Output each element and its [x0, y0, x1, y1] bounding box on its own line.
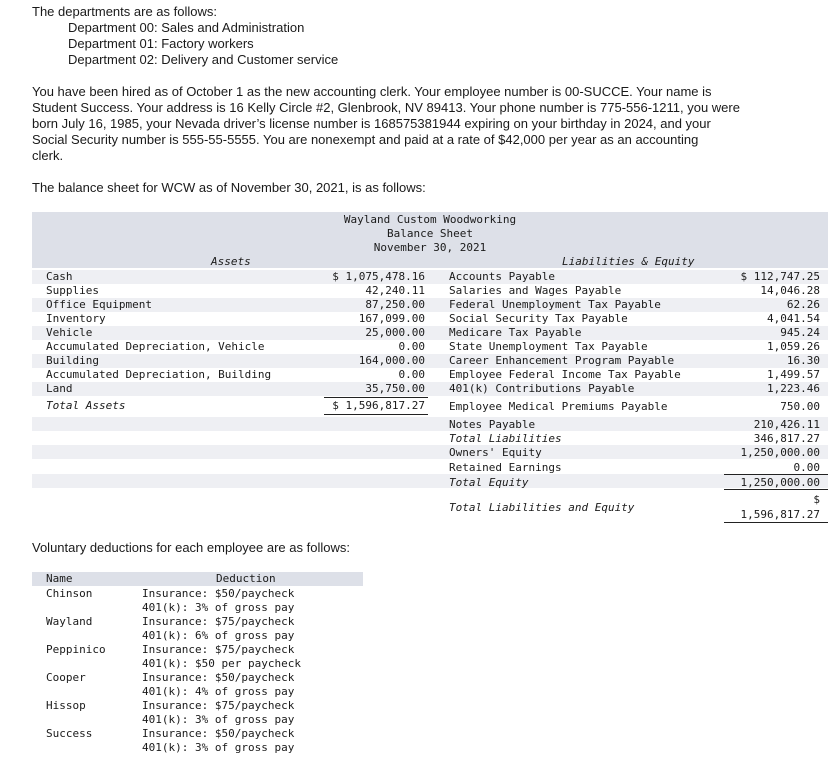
asset-value: 42,240.11 — [365, 284, 425, 297]
retained-earnings-value: 0.00 — [793, 461, 821, 474]
deductions-col-name: Name — [46, 572, 73, 585]
deduction-line: Insurance: $75/paycheck — [142, 643, 295, 656]
liability-label: Notes Payable — [449, 418, 536, 431]
hire-paragraph-line-5: clerk. — [32, 148, 64, 163]
assets-header: Assets — [211, 255, 251, 268]
total-assets-label: Total Assets — [46, 399, 126, 412]
employee-name: Hissop — [46, 699, 86, 712]
department-01: Department 01: Factory workers — [68, 36, 254, 51]
employee-name: Peppinico — [46, 643, 106, 656]
liability-value: 62.26 — [786, 298, 820, 311]
owners-equity-label: Owners' Equity — [449, 446, 542, 459]
liability-value: 1,059.26 — [767, 340, 820, 353]
total-assets-value: $ 1,596,817.27 — [332, 399, 425, 412]
asset-value: 25,000.00 — [365, 326, 425, 339]
total-liabilities-equity-label: Total Liabilities and Equity — [449, 501, 635, 514]
retained-earnings-label: Retained Earnings — [449, 461, 562, 474]
liability-label: Employee Medical Premiums Payable — [449, 400, 668, 413]
liability-value: 945.24 — [780, 326, 820, 339]
asset-label: Land — [46, 382, 73, 395]
asset-label: Cash — [46, 270, 73, 283]
total-equity-rule — [724, 474, 828, 475]
total-liabilities-equity-value: 1,596,817.27 — [740, 508, 820, 521]
asset-value: 35,750.00 — [365, 382, 425, 395]
liability-label: Salaries and Wages Payable — [449, 284, 622, 297]
liability-label: State Unemployment Tax Payable — [449, 340, 648, 353]
liability-value: 16.30 — [786, 354, 820, 367]
liability-value: $ 112,747.25 — [740, 270, 820, 283]
asset-label: Inventory — [46, 312, 106, 325]
asset-value: 167,099.00 — [358, 312, 425, 325]
hire-paragraph-line-3: born July 16, 1985, your Nevada driver’s… — [32, 116, 711, 131]
total-liabilities-equity-dollar: $ — [813, 493, 820, 506]
deduction-line: 401(k): 3% of gross pay — [142, 601, 295, 614]
liability-label: Medicare Tax Payable — [449, 326, 582, 339]
liability-label: Career Enhancement Program Payable — [449, 354, 675, 367]
asset-value: 0.00 — [398, 340, 426, 353]
total-liabilities-equity-rule — [724, 522, 828, 523]
company-name: Wayland Custom Woodworking — [343, 213, 517, 226]
hire-paragraph-line-2: Student Success. Your address is 16 Kell… — [32, 100, 740, 115]
deductions-col-deduction: Deduction — [216, 572, 276, 585]
departments-heading: The departments are as follows: — [32, 4, 217, 19]
asset-label: Accumulated Depreciation, Building — [46, 368, 272, 381]
employee-name: Chinson — [46, 587, 93, 600]
liability-value: 4,041.54 — [767, 312, 820, 325]
liabilities-equity-header: Liabilities & Equity — [562, 255, 695, 268]
liability-value: 1,499.57 — [767, 368, 820, 381]
liability-label: Accounts Payable — [449, 270, 555, 283]
asset-label: Vehicle — [46, 326, 93, 339]
hire-paragraph-line-4: Social Security number is 555-55-5555. Y… — [32, 132, 699, 147]
deduction-line: Insurance: $50/paycheck — [142, 727, 295, 740]
department-00: Department 00: Sales and Administration — [68, 20, 305, 35]
liability-value: 750.00 — [780, 400, 820, 413]
owners-equity-value: 1,250,000.00 — [740, 446, 820, 459]
deduction-line: Insurance: $75/paycheck — [142, 615, 295, 628]
employee-name: Cooper — [46, 671, 86, 684]
total-liabilities-label: Total Liabilities — [449, 432, 562, 445]
asset-value: 87,250.00 — [365, 298, 425, 311]
deduction-line: 401(k): 4% of gross pay — [142, 685, 295, 698]
total-equity-label: Total Equity — [449, 476, 529, 489]
liability-value: 14,046.28 — [760, 284, 820, 297]
total-liabilities-value: 346,817.27 — [753, 432, 820, 445]
statement-title: Balance Sheet — [386, 227, 474, 240]
asset-label: Supplies — [46, 284, 99, 297]
employee-name: Wayland — [46, 615, 93, 628]
total-assets-rule — [324, 397, 428, 398]
deduction-line: 401(k): $50 per paycheck — [142, 657, 301, 670]
asset-label: Accumulated Depreciation, Vehicle — [46, 340, 265, 353]
employee-name: Success — [46, 727, 93, 740]
total-assets-double-rule — [324, 414, 428, 415]
asset-label: Office Equipment — [46, 298, 152, 311]
deductions-intro: Voluntary deductions for each employee a… — [32, 540, 350, 555]
liability-label: Employee Federal Income Tax Payable — [449, 368, 681, 381]
total-equity-bottom-rule — [724, 489, 828, 490]
asset-value: 0.00 — [398, 368, 426, 381]
department-02: Department 02: Delivery and Customer ser… — [68, 52, 339, 67]
liability-value: 1,223.46 — [767, 382, 820, 395]
statement-date: November 30, 2021 — [373, 241, 487, 254]
deduction-line: Insurance: $75/paycheck — [142, 699, 295, 712]
deduction-line: Insurance: $50/paycheck — [142, 671, 295, 684]
total-equity-value: 1,250,000.00 — [740, 476, 820, 489]
deduction-line: Insurance: $50/paycheck — [142, 587, 295, 600]
deduction-line: 401(k): 6% of gross pay — [142, 629, 295, 642]
asset-label: Building — [46, 354, 99, 367]
hire-paragraph-line-1: You have been hired as of October 1 as t… — [32, 84, 712, 99]
liability-value: 210,426.11 — [753, 418, 820, 431]
liability-label: Federal Unemployment Tax Payable — [449, 298, 661, 311]
liability-label: 401(k) Contributions Payable — [449, 382, 635, 395]
deductions-header-band — [32, 572, 363, 586]
deduction-line: 401(k): 3% of gross pay — [142, 713, 295, 726]
liability-label: Social Security Tax Payable — [449, 312, 628, 325]
deduction-line: 401(k): 3% of gross pay — [142, 741, 295, 754]
asset-value: $ 1,075,478.16 — [332, 270, 425, 283]
balance-sheet-intro: The balance sheet for WCW as of November… — [32, 180, 426, 195]
asset-value: 164,000.00 — [358, 354, 425, 367]
